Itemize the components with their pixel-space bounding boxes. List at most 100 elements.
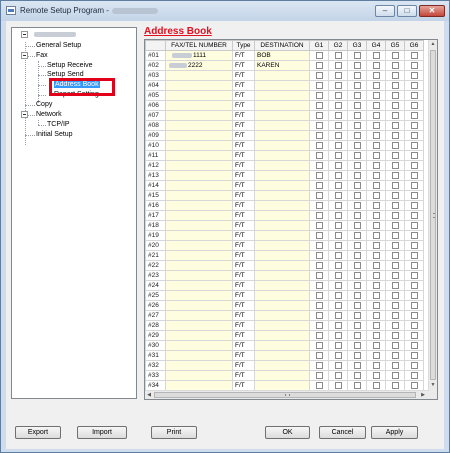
group-checkbox[interactable] [410,241,418,249]
table-row[interactable]: #33 F/T [145,370,424,381]
group-checkbox[interactable] [410,221,418,229]
group-checkbox[interactable] [315,361,323,369]
group-checkbox[interactable] [315,71,323,79]
group-checkbox[interactable] [391,131,399,139]
group-checkbox[interactable] [334,281,342,289]
group-checkbox[interactable] [353,351,361,359]
group-checkbox[interactable] [372,371,380,379]
group-checkbox[interactable] [410,351,418,359]
group-checkbox[interactable] [334,361,342,369]
group-checkbox[interactable] [410,251,418,259]
scroll-down-icon[interactable]: ▼ [429,381,437,390]
group-checkbox[interactable] [334,211,342,219]
fax-number-cell[interactable] [165,370,233,381]
group-checkbox[interactable] [353,141,361,149]
type-cell[interactable]: F/T [232,110,255,121]
group-checkbox[interactable] [315,211,323,219]
destination-cell[interactable] [254,120,310,131]
group-checkbox[interactable] [315,381,323,389]
column-header[interactable]: G3 [347,40,367,51]
table-row[interactable]: #05 F/T [145,90,424,101]
group-checkbox[interactable] [372,341,380,349]
group-checkbox[interactable] [410,291,418,299]
address-book-grid[interactable]: FAX/TEL NUMBER Type DESTINATION G1 G2 G3 G4 G5 G… [144,39,438,400]
apply-button[interactable]: Apply [371,426,418,439]
group-checkbox[interactable] [372,351,380,359]
group-checkbox[interactable] [372,61,380,69]
group-checkbox[interactable] [410,271,418,279]
destination-cell[interactable] [254,240,310,251]
group-checkbox[interactable] [315,201,323,209]
group-checkbox[interactable] [410,71,418,79]
type-cell[interactable]: F/T [232,90,255,101]
group-checkbox[interactable] [353,71,361,79]
destination-cell[interactable] [254,180,310,191]
type-cell[interactable]: F/T [232,350,255,361]
table-row[interactable]: #04 F/T [145,80,424,91]
group-checkbox[interactable] [353,151,361,159]
fax-number-cell[interactable] [165,290,233,301]
destination-cell[interactable] [254,130,310,141]
group-checkbox[interactable] [334,321,342,329]
group-checkbox[interactable] [334,351,342,359]
tree-item-setup-send[interactable]: Setup Send [47,71,84,78]
destination-cell[interactable]: BOB [254,50,310,61]
group-checkbox[interactable] [391,271,399,279]
group-checkbox[interactable] [334,231,342,239]
table-row[interactable]: #21 F/T [145,250,424,261]
group-checkbox[interactable] [372,251,380,259]
column-header[interactable]: Type [232,40,255,51]
group-checkbox[interactable] [315,261,323,269]
group-checkbox[interactable] [372,261,380,269]
group-checkbox[interactable] [391,341,399,349]
group-checkbox[interactable] [391,321,399,329]
group-checkbox[interactable] [372,281,380,289]
fax-number-cell[interactable] [165,120,233,131]
table-row[interactable]: #08 F/T [145,120,424,131]
group-checkbox[interactable] [410,371,418,379]
table-row[interactable]: #20 F/T [145,240,424,251]
tree-item-copy[interactable]: Copy [36,101,52,108]
destination-cell[interactable] [254,160,310,171]
type-cell[interactable]: F/T [232,50,255,61]
group-checkbox[interactable] [391,151,399,159]
group-checkbox[interactable] [372,241,380,249]
group-checkbox[interactable] [391,251,399,259]
fax-number-cell[interactable] [165,300,233,311]
tree-item-setup-receive[interactable]: Setup Receive [47,62,93,69]
fax-number-cell[interactable] [165,70,233,81]
group-checkbox[interactable] [391,301,399,309]
group-checkbox[interactable] [315,111,323,119]
group-checkbox[interactable] [353,171,361,179]
destination-cell[interactable] [254,310,310,321]
group-checkbox[interactable] [391,281,399,289]
fax-number-cell[interactable] [165,230,233,241]
table-row[interactable]: #27 F/T [145,310,424,321]
fax-number-cell[interactable] [165,100,233,111]
group-checkbox[interactable] [391,351,399,359]
type-cell[interactable]: F/T [232,140,255,151]
group-checkbox[interactable] [372,181,380,189]
tree-item-initial-setup[interactable]: Initial Setup [36,131,73,138]
group-checkbox[interactable] [410,231,418,239]
group-checkbox[interactable] [391,91,399,99]
group-checkbox[interactable] [334,271,342,279]
group-checkbox[interactable] [391,51,399,59]
group-checkbox[interactable] [334,251,342,259]
fax-number-cell[interactable] [165,350,233,361]
collapse-network-icon[interactable] [21,111,28,118]
destination-cell[interactable] [254,280,310,291]
group-checkbox[interactable] [315,331,323,339]
group-checkbox[interactable] [315,351,323,359]
group-checkbox[interactable] [410,201,418,209]
destination-cell[interactable] [254,140,310,151]
group-checkbox[interactable] [334,341,342,349]
group-checkbox[interactable] [334,201,342,209]
table-row[interactable]: #25 F/T [145,290,424,301]
fax-number-cell[interactable] [165,280,233,291]
group-checkbox[interactable] [334,101,342,109]
group-checkbox[interactable] [353,81,361,89]
fax-number-cell[interactable] [165,210,233,221]
destination-cell[interactable] [254,220,310,231]
fax-number-cell[interactable] [165,140,233,151]
